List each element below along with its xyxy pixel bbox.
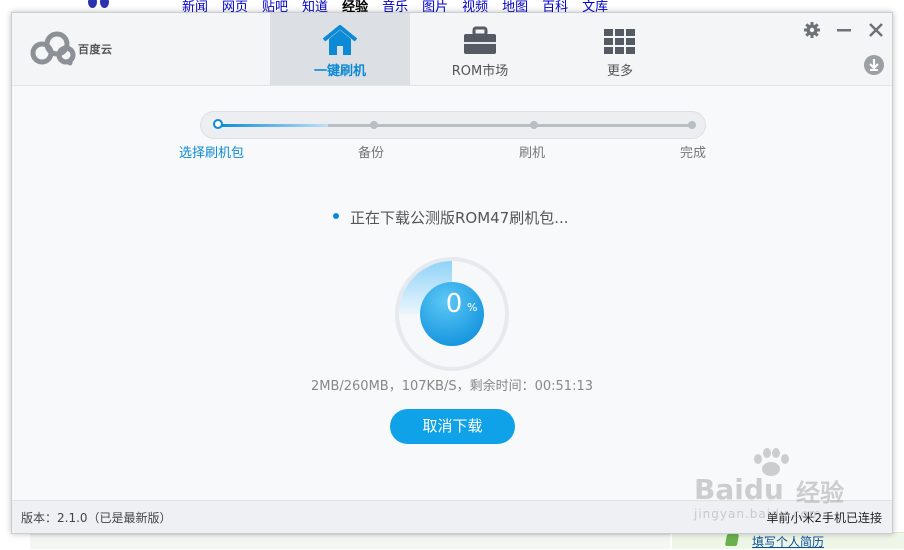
step-dot-flash	[530, 121, 538, 129]
tab-one-key-flash[interactable]: 一键刷机	[270, 13, 410, 85]
status-bullet	[333, 213, 339, 219]
tab-label: ROM市场	[451, 64, 509, 79]
download-info: 2MB/260MB，107KB/S，剩余时间：00:51:13	[310, 379, 593, 394]
tab-label: 更多	[606, 64, 633, 79]
baidu-cloud-logo-icon	[30, 31, 76, 66]
baidu-jingyan-watermark: Baidu 经验 jingyan.baidu.com	[694, 447, 864, 527]
step-label-select: 选择刷机包	[179, 146, 245, 161]
background-strip	[30, 534, 670, 549]
tab-more[interactable]: 更多	[550, 13, 690, 85]
step-dot-backup	[370, 121, 378, 129]
settings-gear-icon[interactable]	[803, 21, 821, 39]
step-label-backup: 备份	[358, 146, 385, 161]
resume-link[interactable]: 填写个人简历	[752, 533, 824, 550]
background-sidebar-box: 填写个人简历	[672, 532, 904, 549]
watermark-url: jingyan.baidu.com	[694, 507, 822, 521]
step-dot-complete	[688, 121, 696, 129]
close-icon[interactable]	[867, 21, 885, 39]
logo-text: 百度云	[78, 43, 113, 56]
briefcase-icon	[464, 26, 496, 54]
watermark-brand-cn: 经验	[796, 479, 844, 507]
steps-progress	[218, 124, 328, 127]
download-arrow-icon[interactable]	[864, 55, 884, 75]
grid-icon	[604, 29, 635, 54]
step-label-flash: 刷机	[519, 146, 546, 161]
title-bar: 百度云 一键刷机 ROM市场 更多	[12, 13, 892, 86]
tab-rom-market[interactable]: ROM市场	[410, 13, 550, 85]
percent-sign: %	[467, 301, 478, 314]
tab-label: 一键刷机	[313, 64, 366, 79]
version-label: 版本：2.1.0（已是最新版）	[21, 511, 172, 525]
status-text: 正在下载公测版ROM47刷机包...	[350, 209, 569, 227]
minimize-icon[interactable]	[835, 21, 853, 39]
watermark-brand: Baidu	[694, 473, 784, 506]
pen-icon	[724, 534, 740, 546]
step-label-complete: 完成	[680, 146, 707, 161]
step-dot-select	[213, 119, 223, 129]
home-icon	[322, 25, 358, 55]
baidu-logo[interactable]	[88, 0, 114, 12]
cancel-download-button[interactable]: 取消下载	[390, 409, 515, 444]
